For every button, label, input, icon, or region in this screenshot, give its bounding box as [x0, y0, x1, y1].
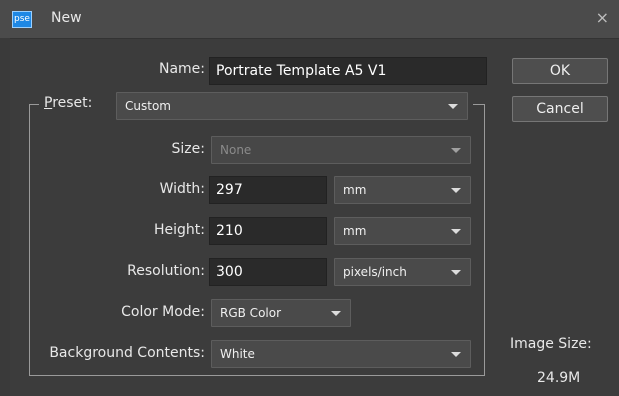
height-unit-value: mm: [343, 224, 367, 238]
ok-button[interactable]: OK: [512, 58, 608, 84]
background-contents-select[interactable]: White: [211, 340, 471, 368]
size-select[interactable]: None: [211, 136, 471, 164]
resolution-unit-select[interactable]: pixels/inch: [334, 258, 471, 286]
width-unit-value: mm: [343, 183, 367, 197]
size-label: Size:: [171, 141, 205, 157]
app-icon: pse: [12, 11, 32, 28]
height-label: Height:: [154, 222, 205, 238]
cancel-button[interactable]: Cancel: [512, 96, 608, 122]
image-size-value: 24.9M: [537, 370, 581, 386]
color-mode-label: Color Mode:: [121, 304, 205, 320]
height-field[interactable]: 210: [209, 217, 327, 245]
resolution-field[interactable]: 300: [209, 258, 327, 286]
chevron-down-icon: [451, 229, 461, 234]
color-mode-value: RGB Color: [220, 306, 282, 320]
size-select-value: None: [220, 143, 252, 157]
chevron-down-icon: [451, 148, 461, 153]
chevron-down-icon: [331, 311, 341, 316]
dialog-title: New: [51, 10, 82, 26]
resolution-label: Resolution:: [127, 263, 205, 279]
title-bar[interactable]: pse New ×: [0, 0, 619, 39]
new-document-dialog: pse New × Name: Portrate Template A5 V1 …: [0, 0, 619, 396]
name-field[interactable]: Portrate Template A5 V1: [209, 57, 487, 85]
preset-label: Preset:: [44, 95, 93, 111]
width-label: Width:: [159, 181, 205, 197]
resolution-unit-value: pixels/inch: [343, 265, 407, 279]
height-unit-select[interactable]: mm: [334, 217, 471, 245]
background-contents-label: Background Contents:: [49, 345, 205, 361]
preset-select[interactable]: Custom: [116, 92, 468, 120]
chevron-down-icon: [448, 104, 458, 109]
chevron-down-icon: [451, 188, 461, 193]
name-label: Name:: [158, 61, 205, 77]
image-size-label: Image Size:: [510, 336, 592, 352]
color-mode-select[interactable]: RGB Color: [211, 299, 351, 327]
chevron-down-icon: [451, 270, 461, 275]
width-field[interactable]: 297: [209, 176, 327, 204]
chevron-down-icon: [451, 352, 461, 357]
width-unit-select[interactable]: mm: [334, 176, 471, 204]
close-icon[interactable]: ×: [596, 9, 609, 27]
preset-select-value: Custom: [125, 99, 171, 113]
window-edge: [0, 38, 10, 396]
background-contents-value: White: [220, 347, 255, 361]
